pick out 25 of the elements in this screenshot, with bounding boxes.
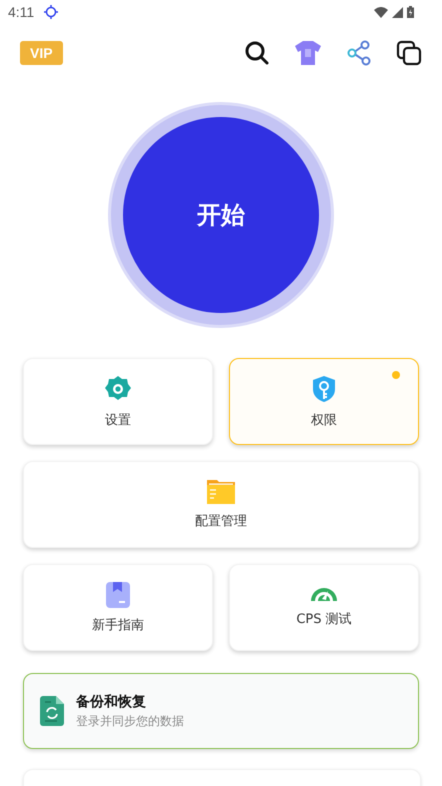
search-icon[interactable] (244, 40, 270, 66)
backup-card[interactable]: 备份和恢复 登录并同步您的数据 (23, 673, 419, 749)
signal-icon (392, 6, 403, 18)
menu-tile[interactable]: 设置 (23, 358, 213, 445)
speedometer-icon (311, 587, 337, 602)
menu-tile[interactable]: 新手指南 (23, 564, 213, 651)
battery-icon (407, 6, 414, 18)
copy-icon[interactable] (396, 40, 422, 66)
notification-dot (392, 371, 400, 379)
share-icon[interactable] (346, 40, 372, 66)
wifi-icon (374, 6, 388, 18)
backup-title: 备份和恢复 (76, 692, 147, 710)
start-button[interactable]: 开始 (123, 117, 319, 313)
shield-key-icon (311, 374, 337, 402)
location-icon (44, 5, 58, 19)
guide-book-icon (106, 582, 130, 608)
menu-tile[interactable]: 权限 (229, 358, 419, 445)
status-time: 4:11 (8, 4, 34, 20)
menu-tile[interactable]: CPS 测试 (229, 564, 419, 651)
menu-tile[interactable]: 配置管理 (23, 461, 419, 548)
backup-subtitle: 登录并同步您的数据 (76, 712, 184, 730)
shirt-icon[interactable] (294, 40, 322, 66)
folder-icon (207, 480, 235, 504)
gear-icon (104, 374, 132, 402)
sync-file-icon (40, 696, 64, 726)
